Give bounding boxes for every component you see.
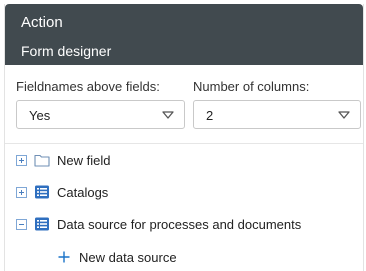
tree-item-new-field[interactable]: New field <box>5 146 363 174</box>
tree-item-label: Data source for processes and documents <box>57 217 302 232</box>
panel-title: Action <box>21 14 63 31</box>
form-designer-panel: Action Form designer Fieldnames above fi… <box>4 4 364 271</box>
panel-subtitle: Form designer <box>21 43 112 59</box>
chevron-down-icon <box>338 111 350 119</box>
new-data-source-button[interactable]: New data source <box>5 243 363 271</box>
plus-icon <box>58 251 70 263</box>
new-data-source-label: New data source <box>79 250 177 265</box>
tree-item-data-source[interactable]: Data source for processes and documents <box>5 210 363 238</box>
columns-label: Number of columns: <box>193 79 310 94</box>
tree-item-label: New field <box>57 153 111 168</box>
folder-icon <box>34 154 50 167</box>
fieldnames-select[interactable]: Yes <box>16 100 185 129</box>
settings-row: Fieldnames above fields: Yes Number of c… <box>5 65 363 143</box>
chevron-down-icon <box>162 111 174 119</box>
expand-icon[interactable] <box>16 155 27 166</box>
fieldnames-label: Fieldnames above fields: <box>16 79 160 94</box>
fieldnames-select-value: Yes <box>29 108 51 123</box>
list-icon <box>35 185 49 199</box>
tree-item-label: Catalogs <box>57 185 109 200</box>
expand-icon[interactable] <box>16 187 27 198</box>
divider <box>5 143 363 144</box>
panel-header: Action Form designer <box>5 4 363 65</box>
tree-item-catalogs[interactable]: Catalogs <box>5 178 363 206</box>
collapse-icon[interactable] <box>16 219 27 230</box>
columns-select[interactable]: 2 <box>193 100 361 129</box>
columns-field: Number of columns: 2 <box>193 79 361 129</box>
fieldnames-field: Fieldnames above fields: Yes <box>16 79 185 129</box>
list-icon <box>35 217 49 231</box>
columns-select-value: 2 <box>206 108 214 123</box>
